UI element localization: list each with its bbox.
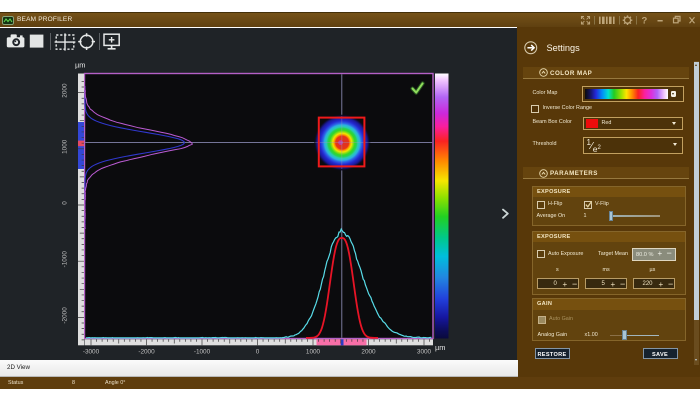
svg-text:-3000: -3000: [83, 348, 100, 355]
svg-text:1000: 1000: [306, 348, 321, 355]
svg-text:2000: 2000: [62, 83, 69, 98]
svg-text:0: 0: [62, 201, 69, 205]
svg-text:µm: µm: [435, 343, 445, 352]
svg-text:0: 0: [256, 348, 260, 355]
svg-text:2000: 2000: [361, 348, 376, 355]
svg-text:µm: µm: [75, 61, 85, 70]
svg-text:?: ?: [642, 16, 648, 26]
svg-text:-2000: -2000: [138, 348, 155, 355]
svg-text:-2000: -2000: [62, 307, 69, 324]
svg-text:1000: 1000: [62, 139, 69, 154]
svg-text:-1000: -1000: [194, 348, 211, 355]
svg-text:-1000: -1000: [62, 251, 69, 268]
svg-text:3000: 3000: [417, 348, 432, 355]
